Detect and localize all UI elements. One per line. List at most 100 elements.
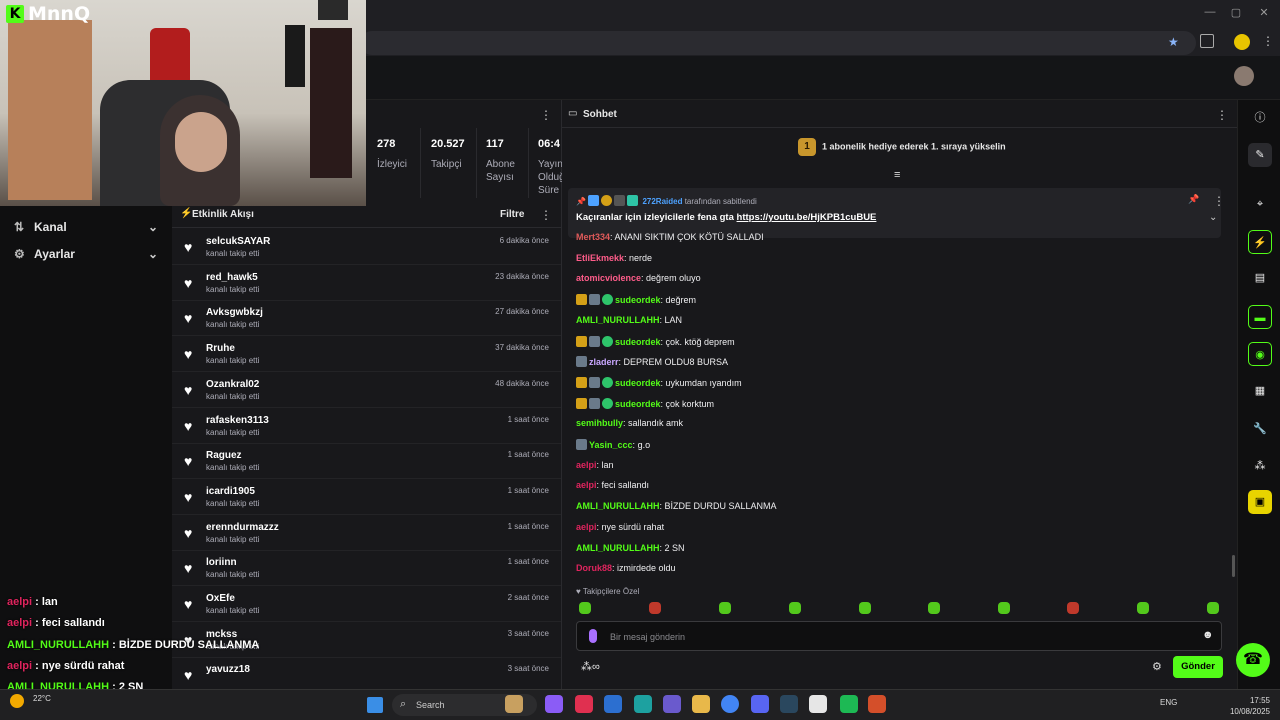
feed-row[interactable]: ♥ Ozankral02 kanalı takip etti 48 dakika ön… — [172, 372, 561, 408]
chat-username[interactable]: sudeordek — [615, 399, 661, 409]
outlook-icon[interactable] — [604, 695, 622, 713]
chat-message[interactable]: atomicviolence: değrem oluyo — [576, 273, 701, 283]
pinned-menu-icon[interactable]: ⋮ — [1213, 194, 1225, 208]
feed-filter-button[interactable]: Filtre — [500, 209, 524, 220]
emote-icon[interactable] — [928, 602, 940, 614]
feed-username[interactable]: loriinn — [206, 557, 237, 568]
weather-temp[interactable]: 22°C — [33, 694, 51, 703]
sub-goal-banner[interactable]: 1 1 abonelik hediye ederek 1. sıraya yüks… — [798, 138, 1048, 160]
sidebar-item-ayarlar[interactable]: ⚙ Ayarlar ⌄ — [14, 247, 162, 267]
nodes-icon[interactable]: ⁂ — [1248, 454, 1272, 478]
teams-icon[interactable] — [663, 695, 681, 713]
layout-icon[interactable]: ▦ — [1248, 379, 1272, 403]
chat-message[interactable]: aelpi: nye sürdü rahat — [576, 522, 664, 532]
feed-username[interactable]: selcukSAYAR — [206, 236, 270, 247]
chat-username[interactable]: aelpi — [576, 522, 597, 532]
emote-icon[interactable] — [1137, 602, 1149, 614]
feed-row[interactable]: ♥ Raguez kanalı takip etti 1 saat önce — [172, 443, 561, 480]
spotify-icon[interactable] — [840, 695, 858, 713]
chat-username[interactable]: AMLI_NURULLAHH — [576, 315, 660, 325]
filter-lines-icon[interactable]: ≡ — [894, 169, 900, 181]
wrench-icon[interactable]: 🔧 — [1248, 417, 1272, 441]
store-icon[interactable] — [575, 695, 593, 713]
chat-username[interactable]: Mert334 — [576, 232, 610, 242]
stats-menu-icon[interactable]: ⋮ — [540, 108, 552, 122]
feed-row[interactable]: ♥ rafasken3113 kanalı takip etti 1 saat önc… — [172, 408, 561, 444]
pinned-link[interactable]: https://youtu.be/HjKPB1cuBUE — [737, 212, 877, 223]
feed-row[interactable]: ♥ icardi1905 kanalı takip etti 1 saat önce — [172, 479, 561, 515]
feed-row[interactable]: ♥ OxEfe kanalı takip etti 2 saat önce — [172, 586, 561, 622]
feed-username[interactable]: erenndurmazzz — [206, 522, 279, 533]
chat-menu-icon[interactable]: ⋮ — [1216, 108, 1228, 122]
feed-username[interactable]: icardi1905 — [206, 486, 255, 497]
mic-icon[interactable] — [589, 629, 597, 643]
feed-row[interactable]: ♥ selcukSAYAR kanalı takip etti 6 dakika ön… — [172, 229, 561, 265]
emote-icon[interactable] — [1067, 602, 1079, 614]
discord-icon[interactable] — [751, 695, 769, 713]
chat-message[interactable]: sudeordek: değrem — [576, 294, 696, 306]
chat-tools-icon[interactable]: ⁂∞ — [581, 660, 600, 673]
edge-icon[interactable] — [634, 695, 652, 713]
chat-username[interactable]: aelpi — [576, 480, 597, 490]
feed-username[interactable]: red_hawk5 — [206, 272, 258, 283]
feed-username[interactable]: Raguez — [206, 450, 242, 461]
chat-message[interactable]: AMLI_NURULLAHH: BİZDE DURDU SALLANMA — [576, 501, 777, 511]
feed-row[interactable]: ♥ loriinn kanalı takip etti 1 saat önce — [172, 550, 561, 587]
browser-menu-icon[interactable]: ⋮ — [1262, 34, 1274, 48]
chat-scrollbar[interactable] — [1232, 555, 1235, 577]
feed-username[interactable]: Ozankral02 — [206, 379, 259, 390]
chat-message[interactable]: AMLI_NURULLAHH: 2 SN — [576, 543, 685, 553]
feed-username[interactable]: OxEfe — [206, 593, 235, 604]
emoji-icon[interactable]: ☻ — [1202, 629, 1214, 641]
chat-message[interactable]: aelpi: feci sallandı — [576, 480, 649, 490]
chat-username[interactable]: AMLI_NURULLAHH — [576, 501, 660, 511]
chat-message[interactable]: semihbully: sallandık amk — [576, 418, 683, 428]
emote-icon[interactable] — [789, 602, 801, 614]
document-icon[interactable]: ▤ — [1248, 266, 1272, 290]
steam-icon[interactable] — [780, 695, 798, 713]
sidebar-item-kanal[interactable]: ⇅ Kanal ⌄ — [14, 220, 162, 240]
emote-icon[interactable] — [1207, 602, 1219, 614]
system-clock[interactable]: 17:55 10/08/2025 — [1220, 695, 1270, 717]
chat-message[interactable]: sudeordek: çok. ktöğ deprem — [576, 335, 735, 347]
chat-message[interactable]: Mert334: ANANI SIKTIM ÇOK KÖTÜ SALLADI — [576, 232, 764, 242]
language-indicator[interactable]: ENG — [1160, 698, 1177, 707]
chat-message[interactable]: sudeordek: uykumdan ıyandım — [576, 376, 742, 388]
chat-username[interactable]: Doruk88 — [576, 563, 612, 573]
copilot-icon[interactable] — [545, 695, 563, 713]
address-bar[interactable]: ★ — [360, 31, 1196, 55]
chat-message[interactable]: sudeordek: çok korktum — [576, 397, 714, 409]
chat-message[interactable]: EtliEkmekk: nerde — [576, 253, 652, 263]
clapper-icon[interactable]: ▣ — [1248, 490, 1272, 514]
chat-username[interactable]: EtliEkmekk — [576, 253, 624, 263]
chat-message[interactable]: zladerr: DEPREM OLDU8 BURSA — [576, 356, 728, 368]
broadcast-icon[interactable]: ◉ — [1248, 342, 1272, 366]
chat-message[interactable]: Yasin_ccc: g.o — [576, 439, 650, 450]
chat-username[interactable]: sudeordek — [615, 378, 661, 388]
feed-row[interactable]: ♥ red_hawk5 kanalı takip etti 23 dakika önc… — [172, 265, 561, 301]
emote-icon[interactable] — [859, 602, 871, 614]
chat-message[interactable]: Doruk88: izmirdede oldu — [576, 563, 676, 573]
focus-icon[interactable]: ⌖ — [1248, 192, 1272, 216]
chat-username[interactable]: atomicviolence — [576, 273, 641, 283]
chat-input[interactable]: Bir mesaj gönderin ☻ — [576, 621, 1222, 651]
avatar[interactable] — [1234, 66, 1254, 86]
weather-icon[interactable] — [10, 694, 24, 708]
send-button[interactable]: Gönder — [1173, 656, 1223, 678]
bookmark-star-icon[interactable]: ★ — [1168, 35, 1179, 49]
chat-username[interactable]: sudeordek — [615, 337, 661, 347]
feed-row[interactable]: ♥ Rruhe kanalı takip etti 37 dakika önce — [172, 336, 561, 373]
feed-username[interactable]: Rruhe — [206, 343, 235, 354]
chrome-icon[interactable] — [721, 695, 739, 713]
chat-message[interactable]: aelpi: lan — [576, 460, 614, 470]
widgets-icon[interactable] — [505, 695, 523, 713]
extensions-icon[interactable] — [1200, 34, 1214, 48]
chevron-down-icon[interactable]: ⌄ — [1209, 212, 1217, 223]
feed-username[interactable]: rafasken3113 — [206, 415, 269, 426]
chat-username[interactable]: sudeordek — [615, 295, 661, 305]
pinned-username[interactable]: 272Raided — [642, 197, 682, 206]
chat-username[interactable]: zladerr — [589, 357, 619, 367]
maximize-icon[interactable]: ▢ — [1226, 6, 1246, 20]
emote-icon[interactable] — [579, 602, 591, 614]
emote-icon[interactable] — [649, 602, 661, 614]
